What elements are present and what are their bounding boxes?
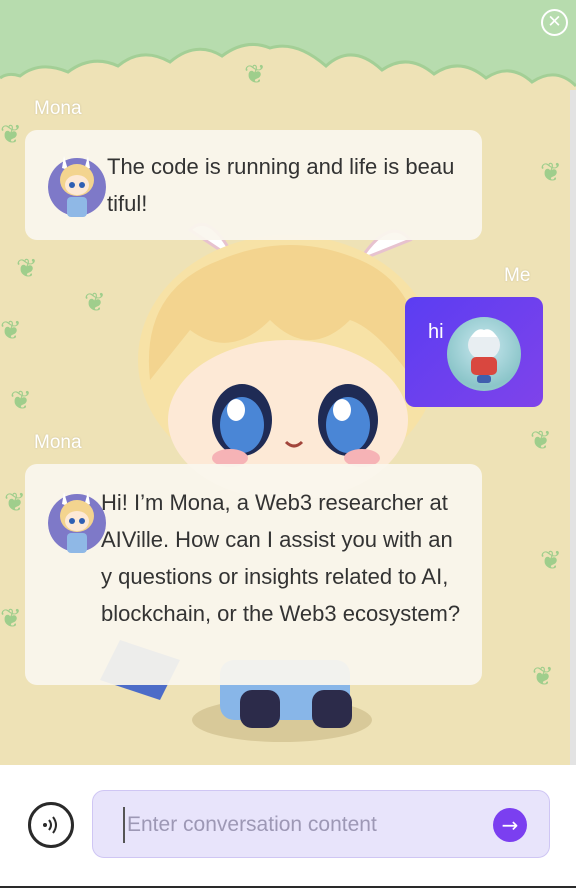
- chat-scrollbar[interactable]: [570, 90, 576, 765]
- leaf-icon: ❦: [530, 426, 552, 456]
- leaf-icon: ❦: [540, 546, 562, 576]
- mona-avatar: [48, 486, 106, 560]
- canopy-decoration: [0, 0, 576, 88]
- user-message-bubble: hi: [405, 297, 543, 407]
- leaf-icon: ❦: [0, 604, 22, 634]
- arrow-right-icon[interactable]: →: [493, 808, 527, 842]
- user-avatar: [447, 317, 521, 391]
- composer-bar: →: [0, 765, 576, 888]
- sender-label: Mona: [34, 98, 82, 119]
- leaf-icon: ❦: [532, 662, 554, 692]
- leaf-icon: ❦: [10, 386, 32, 416]
- leaf-icon: ❦: [244, 60, 266, 90]
- sender-label: Me: [504, 265, 531, 286]
- assistant-message-bubble: Hi! I’m Mona, a Web3 researcher at AIVil…: [25, 464, 482, 685]
- voice-icon[interactable]: [28, 802, 74, 848]
- message-input[interactable]: [123, 807, 453, 843]
- leaf-icon: ❦: [0, 316, 22, 346]
- assistant-message-bubble: The code is running and life is beautifu…: [25, 130, 482, 240]
- message-text: The code is running and life is beautifu…: [107, 154, 455, 216]
- mona-avatar: [48, 150, 106, 224]
- message-text: Hi! I’m Mona, a Web3 researcher at AIVil…: [101, 490, 461, 626]
- leaf-icon: ❦: [16, 254, 38, 284]
- message-text: hi: [428, 321, 444, 343]
- close-icon[interactable]: ✕: [541, 9, 568, 36]
- message-input-container: →: [92, 790, 550, 858]
- sender-label: Mona: [34, 432, 82, 453]
- leaf-icon: ❦: [540, 158, 562, 188]
- leaf-icon: ❦: [4, 488, 26, 518]
- leaf-icon: ❦: [0, 120, 22, 150]
